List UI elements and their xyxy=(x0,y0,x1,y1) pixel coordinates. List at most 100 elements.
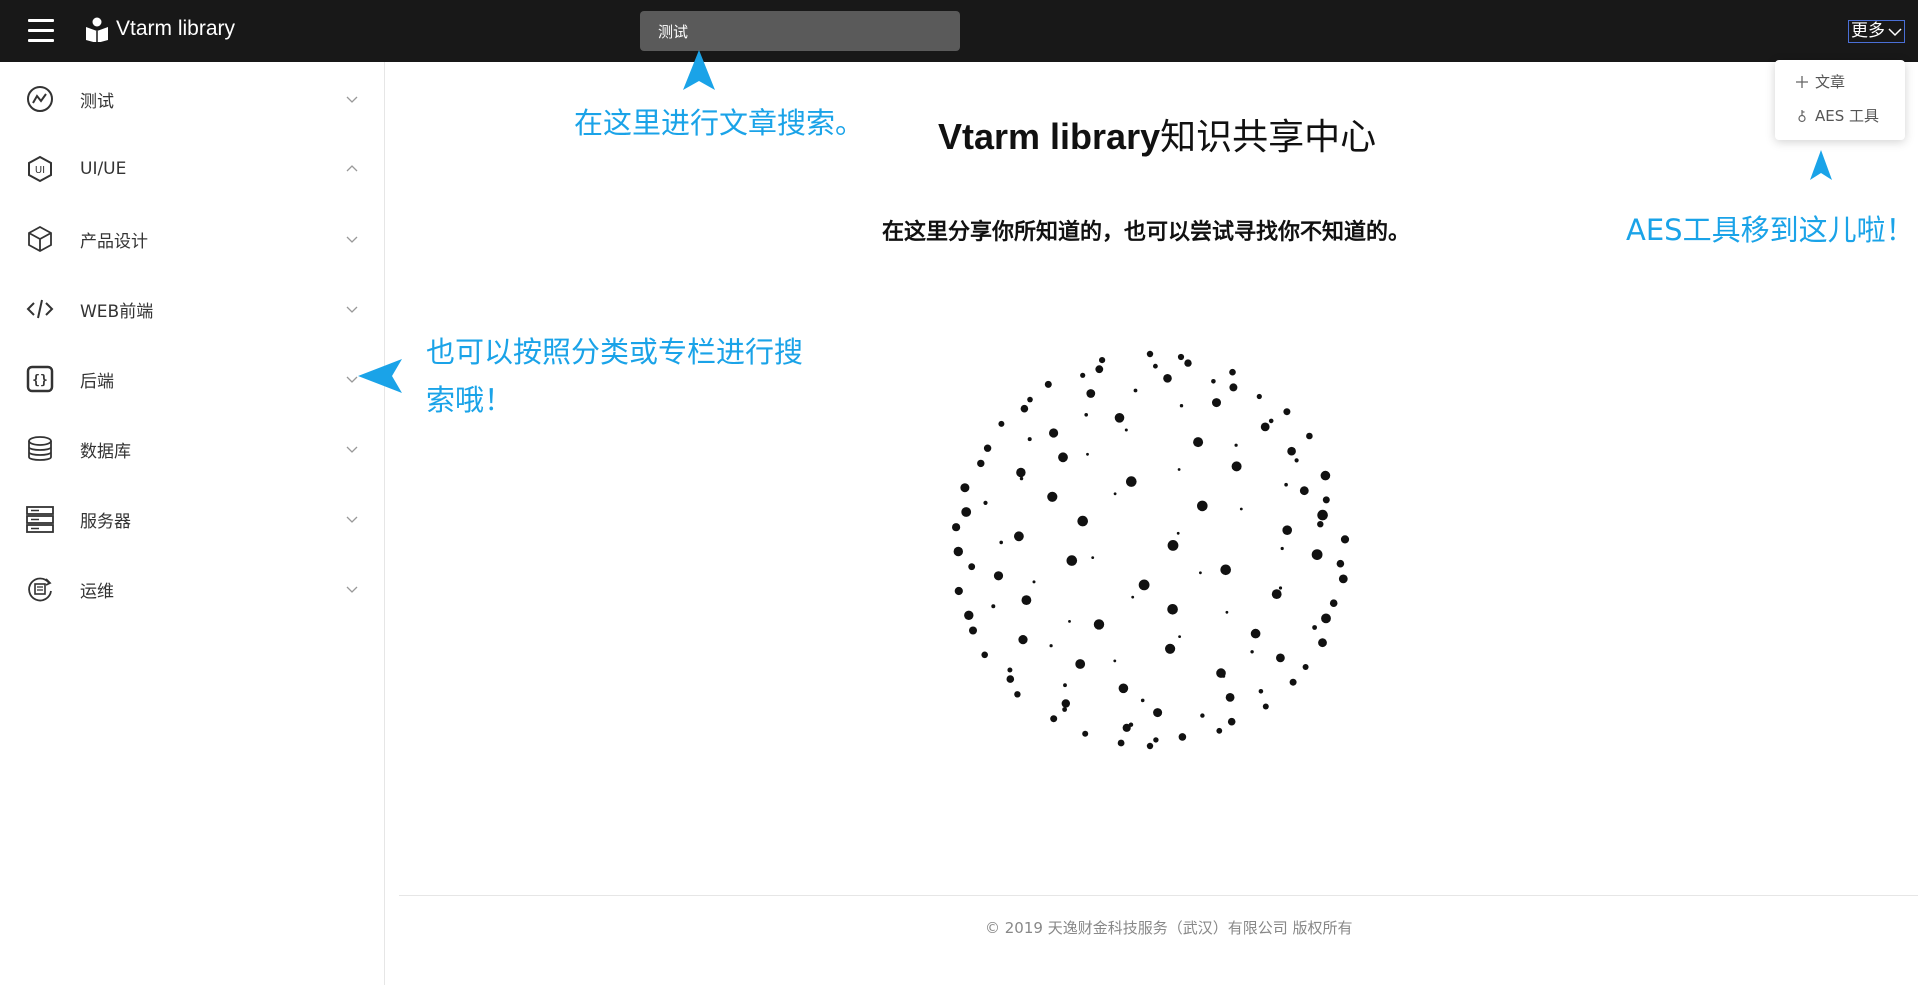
sphere-dot xyxy=(1282,525,1292,535)
sphere-dot xyxy=(1260,422,1270,432)
book-reader-icon xyxy=(86,17,108,42)
sphere-dot xyxy=(1138,579,1150,591)
sphere-dot xyxy=(1146,742,1154,750)
sphere-dot xyxy=(1239,507,1243,511)
brand[interactable]: Vtarm library xyxy=(84,16,235,42)
sphere-dot xyxy=(1118,683,1129,694)
sphere-dot xyxy=(1058,452,1068,463)
more-dropdown: 文章 AES 工具 xyxy=(1775,60,1905,140)
sphere-dot xyxy=(1312,625,1317,630)
sphere-dot xyxy=(1113,659,1117,663)
page-title: Vtarm library知识共享中心 xyxy=(938,108,1376,160)
sphere-dot xyxy=(1153,363,1158,369)
sphere-dot xyxy=(993,571,1004,581)
sidebar-item-ops[interactable]: 运维 xyxy=(0,564,384,614)
menu-icon[interactable] xyxy=(28,19,54,42)
sphere-dot xyxy=(1007,667,1013,673)
chevron-down-icon xyxy=(346,446,358,453)
sphere-dot xyxy=(1318,638,1327,648)
sidebar-item-database[interactable]: 数据库 xyxy=(0,424,384,474)
sphere-dot xyxy=(1225,693,1235,702)
chevron-down-icon xyxy=(346,516,358,523)
sphere-dot xyxy=(1049,644,1053,648)
chevron-up-icon xyxy=(346,165,358,172)
sphere-dot xyxy=(1220,564,1231,576)
sidebar-item-backend[interactable]: {} 后端 xyxy=(0,354,384,404)
sphere-dot xyxy=(1020,404,1029,413)
sphere-dot xyxy=(1075,659,1086,669)
sphere-dot xyxy=(1184,359,1192,367)
sphere-dot xyxy=(1340,535,1350,544)
sidebar-item-test[interactable]: 测试 xyxy=(0,74,384,124)
dropdown-item-aes-tool[interactable]: AES 工具 xyxy=(1795,105,1879,126)
sphere-dot xyxy=(1320,470,1331,481)
sphere-dot xyxy=(1050,715,1058,723)
svg-text:{}: {} xyxy=(32,373,48,388)
sphere-dot xyxy=(1234,443,1238,447)
sphere-dot xyxy=(1140,698,1145,703)
sphere-dot xyxy=(983,444,992,452)
sphere-dot xyxy=(1321,613,1331,624)
annotation-arrow-up-icon xyxy=(1810,150,1832,180)
sphere-dot xyxy=(1278,586,1283,590)
sphere-dot xyxy=(983,500,988,505)
sphere-dot xyxy=(1177,468,1181,471)
dropdown-item-label: AES 工具 xyxy=(1815,107,1880,125)
chart-icon xyxy=(25,84,55,114)
page-subtitle: 在这里分享你所知道的，也可以尝试寻找你不知道的。 xyxy=(882,220,1411,245)
sidebar-item-server[interactable]: 服务器 xyxy=(0,494,384,544)
dropdown-item-article[interactable]: 文章 xyxy=(1795,71,1845,92)
sphere-dot xyxy=(1302,664,1309,670)
sphere-dot xyxy=(1086,389,1096,398)
sphere-dot xyxy=(1165,643,1176,654)
ui-icon: UI xyxy=(25,154,55,184)
sphere-dot xyxy=(968,563,976,571)
sphere-dot xyxy=(961,507,972,517)
sidebar: 测试 UI UI/UE 产品设计 WEB前端 {} 后端 数据库 服务器 运维 xyxy=(0,62,385,985)
sidebar-item-label: 数据库 xyxy=(80,441,131,462)
chevron-down-icon xyxy=(346,96,358,103)
more-menu-button[interactable]: 更多 xyxy=(1848,20,1905,43)
sphere-dot xyxy=(1338,574,1348,584)
sidebar-item-label: 服务器 xyxy=(80,511,131,532)
annotation-arrow-left-icon xyxy=(358,359,402,393)
footer-copyright: © 2019 天逸财金科技服务（武汉）有限公司 版权所有 xyxy=(985,919,1353,937)
sidebar-item-ui-ue[interactable]: UI UI/UE xyxy=(0,144,384,194)
page-title-en: Vtarm library xyxy=(938,116,1161,157)
sphere-dot xyxy=(1306,432,1313,440)
sphere-dot xyxy=(1289,678,1297,686)
sphere-dot xyxy=(1178,733,1187,741)
sphere-dot xyxy=(981,651,988,659)
sidebar-item-label: 后端 xyxy=(80,371,114,392)
sphere-dot xyxy=(1117,739,1125,747)
sphere-dot xyxy=(1063,683,1067,688)
aes-hint-annotation: AES工具移到这儿啦！ xyxy=(1626,213,1915,247)
sphere-dot xyxy=(1258,689,1264,694)
sphere-dot xyxy=(1061,699,1070,708)
sidebar-item-web-frontend[interactable]: WEB前端 xyxy=(0,284,384,334)
sidebar-item-product-design[interactable]: 产品设计 xyxy=(0,214,384,264)
sphere-dot xyxy=(1294,458,1299,463)
sphere-dot xyxy=(1212,398,1221,408)
sphere-dot xyxy=(1271,589,1282,599)
sphere-dot xyxy=(1250,628,1261,639)
sphere-dot xyxy=(1167,604,1178,615)
sphere-dot xyxy=(1062,707,1067,712)
search-input[interactable] xyxy=(640,11,960,51)
sphere-dot xyxy=(1311,549,1323,560)
sphere-dot xyxy=(1016,467,1026,478)
sphere-dot xyxy=(1177,353,1185,361)
footer-divider xyxy=(399,895,1918,896)
top-bar: Vtarm library 更多 xyxy=(0,0,1918,62)
sphere-dot xyxy=(1287,446,1296,456)
sphere-dot xyxy=(1146,350,1154,358)
sphere-dot xyxy=(991,604,996,609)
sphere-dot xyxy=(1262,703,1269,710)
sphere-dot xyxy=(1163,374,1172,383)
sphere-dot xyxy=(1014,531,1024,542)
sphere-dot xyxy=(952,523,961,532)
sphere-dot xyxy=(999,540,1003,545)
sphere-dot xyxy=(960,483,970,493)
sphere-dot xyxy=(998,420,1005,427)
sphere-dot xyxy=(977,459,985,468)
